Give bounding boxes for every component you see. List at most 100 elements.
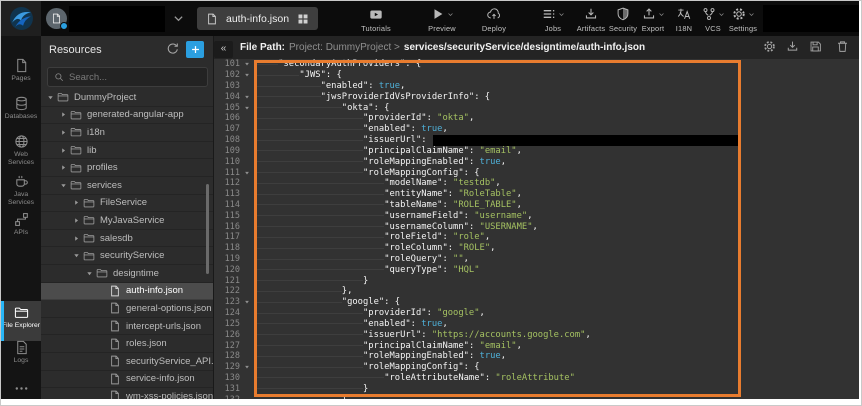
topbar-settings-button[interactable]: Settings bbox=[720, 6, 766, 34]
sidebar-item-pages[interactable]: Pages bbox=[1, 58, 41, 83]
fold-caret-icon[interactable] bbox=[240, 364, 253, 370]
file-save-icon[interactable] bbox=[809, 40, 822, 53]
code-line-108[interactable]: 108"issuerUrl": bbox=[214, 135, 859, 146]
code-line-125[interactable]: 125"enabled": true, bbox=[214, 319, 859, 330]
tree-item-MyJavaService[interactable]: MyJavaService bbox=[41, 212, 214, 230]
sidebar-item-file-explorer[interactable]: File Explorer bbox=[1, 301, 41, 341]
topbar-tutorials-button[interactable]: Tutorials bbox=[353, 6, 399, 34]
tree-item-wm-xss-policies.json[interactable]: wm-xss-policies.json bbox=[41, 388, 214, 399]
tree-item-generated-angular-app[interactable]: generated-angular-app bbox=[41, 107, 214, 125]
caret-right-icon[interactable] bbox=[60, 111, 70, 118]
code-line-105[interactable]: 105"okta": { bbox=[214, 102, 859, 113]
tree-item-services[interactable]: services bbox=[41, 177, 214, 195]
sidebar-item-apis[interactable]: APIs bbox=[1, 212, 41, 237]
tree-item-general-options.json[interactable]: general-options.json bbox=[41, 300, 214, 318]
add-resource-button[interactable] bbox=[186, 41, 204, 58]
collapse-panel-button[interactable]: « bbox=[214, 41, 233, 58]
code-line-110[interactable]: 110"roleMappingEnabled": true, bbox=[214, 156, 859, 167]
code-line-131[interactable]: 131} bbox=[214, 383, 859, 394]
folder-icon bbox=[96, 267, 108, 279]
code-line-124[interactable]: 124"providerId": "google", bbox=[214, 308, 859, 319]
tree-item-securityService[interactable]: securityService bbox=[41, 247, 214, 265]
caret-down-icon[interactable] bbox=[86, 270, 96, 277]
code-line-130[interactable]: 130"roleAttributeName": "roleAttribute" bbox=[214, 373, 859, 384]
code-line-109[interactable]: 109"principalClaimName": "email", bbox=[214, 146, 859, 157]
code-line-122[interactable]: 122}, bbox=[214, 286, 859, 297]
line-number: 113 bbox=[214, 189, 240, 199]
sidebar-item-java-services[interactable]: Java Services bbox=[1, 174, 41, 208]
code-line-121[interactable]: 121} bbox=[214, 275, 859, 286]
code-line-117[interactable]: 117"roleField": "role", bbox=[214, 232, 859, 243]
tree-item-profiles[interactable]: profiles bbox=[41, 159, 214, 177]
code-line-119[interactable]: 119"roleQuery": "", bbox=[214, 254, 859, 265]
caret-right-icon[interactable] bbox=[73, 235, 83, 242]
code-line-101[interactable]: 101"secondaryAuthProviders": { bbox=[214, 59, 859, 70]
refresh-button[interactable] bbox=[166, 42, 179, 60]
tree-item-i18n[interactable]: i18n bbox=[41, 124, 214, 142]
code-line-126[interactable]: 126"issuerUrl": "https://accounts.google… bbox=[214, 329, 859, 340]
file-delete-trash-icon[interactable] bbox=[836, 40, 849, 53]
fold-caret-icon[interactable] bbox=[240, 299, 253, 305]
project-avatar[interactable] bbox=[46, 8, 67, 29]
code-line-102[interactable]: 102"JWS": { bbox=[214, 70, 859, 81]
tree-item-FileService[interactable]: FileService bbox=[41, 195, 214, 213]
code-line-127[interactable]: 127"principalClaimName": "email", bbox=[214, 340, 859, 351]
tree-item-intercept-urls.json[interactable]: intercept-urls.json bbox=[41, 318, 214, 336]
project-switcher-chevron[interactable] bbox=[172, 12, 185, 30]
caret-right-icon[interactable] bbox=[73, 217, 83, 224]
caret-right-icon[interactable] bbox=[60, 164, 70, 171]
file-settings-gear-icon[interactable] bbox=[763, 40, 776, 53]
wavemaker-logo[interactable] bbox=[1, 1, 41, 36]
caret-right-icon[interactable] bbox=[60, 129, 70, 136]
caret-right-icon bbox=[60, 129, 67, 136]
code-line-106[interactable]: 106"providerId": "okta", bbox=[214, 113, 859, 124]
code-line-112[interactable]: 112"modelName": "testdb", bbox=[214, 178, 859, 189]
topbar-deploy-label: Deploy bbox=[471, 24, 517, 33]
code-line-103[interactable]: 103"enabled": true, bbox=[214, 81, 859, 92]
code-line-123[interactable]: 123"google": { bbox=[214, 297, 859, 308]
topbar-deploy-button[interactable]: Deploy bbox=[471, 6, 517, 34]
tree-item-DummyProject[interactable]: DummyProject bbox=[41, 89, 214, 107]
resources-title: Resources bbox=[49, 44, 102, 56]
code-line-104[interactable]: 104"jwsProviderIdVsProviderInfo": { bbox=[214, 91, 859, 102]
open-file-tab[interactable]: auth-info.json bbox=[197, 7, 318, 30]
sidebar-item-logs[interactable]: Logs bbox=[1, 340, 41, 365]
caret-down-icon[interactable] bbox=[73, 252, 83, 259]
code-line-128[interactable]: 128"roleMappingEnabled": true, bbox=[214, 351, 859, 362]
sidebar-item-web-services[interactable]: Web Services bbox=[1, 134, 41, 168]
fold-caret-icon[interactable] bbox=[240, 105, 253, 111]
code-line-114[interactable]: 114"tableName": "ROLE_TABLE", bbox=[214, 200, 859, 211]
code-line-132[interactable]: 132} bbox=[214, 394, 859, 399]
code-line-120[interactable]: 120"queryType": "HQL" bbox=[214, 264, 859, 275]
fold-caret-icon[interactable] bbox=[240, 94, 253, 100]
topbar-preview-button[interactable]: Preview bbox=[419, 6, 465, 34]
resources-scrollbar[interactable] bbox=[206, 184, 209, 274]
code-line-129[interactable]: 129"roleMappingConfig": { bbox=[214, 362, 859, 373]
fold-caret-icon[interactable] bbox=[240, 61, 253, 67]
folder-icon bbox=[70, 179, 82, 191]
caret-right-icon[interactable] bbox=[73, 199, 83, 206]
tree-item-lib[interactable]: lib bbox=[41, 142, 214, 160]
caret-right-icon[interactable] bbox=[60, 147, 70, 154]
caret-down-icon[interactable] bbox=[47, 94, 57, 101]
code-editor[interactable]: 101"secondaryAuthProviders": {102"JWS": … bbox=[214, 59, 859, 399]
sidebar-item-databases[interactable]: Databases bbox=[1, 96, 41, 121]
code-line-116[interactable]: 116"usernameColumn": "USERNAME", bbox=[214, 221, 859, 232]
fold-caret-icon[interactable] bbox=[240, 72, 253, 78]
search-input[interactable] bbox=[69, 72, 201, 83]
sidebar-item-more[interactable] bbox=[1, 381, 41, 398]
code-line-107[interactable]: 107"enabled": true, bbox=[214, 124, 859, 135]
tree-item-service-info.json[interactable]: service-info.json bbox=[41, 371, 214, 389]
tree-item-salesdb[interactable]: salesdb bbox=[41, 230, 214, 248]
tree-item-designtime[interactable]: designtime bbox=[41, 265, 214, 283]
code-line-113[interactable]: 113"entityName": "RoleTable", bbox=[214, 189, 859, 200]
tree-item-auth-info.json[interactable]: auth-info.json bbox=[41, 283, 214, 301]
tree-item-roles.json[interactable]: roles.json bbox=[41, 335, 214, 353]
tree-item-securityService_API.json[interactable]: securityService_API.json bbox=[41, 353, 214, 371]
file-download-icon[interactable] bbox=[786, 40, 799, 53]
code-line-111[interactable]: 111"roleMappingConfig": { bbox=[214, 167, 859, 178]
fold-caret-icon[interactable] bbox=[240, 170, 253, 176]
code-line-118[interactable]: 118"roleColumn": "ROLE", bbox=[214, 243, 859, 254]
code-line-115[interactable]: 115"usernameField": "username", bbox=[214, 210, 859, 221]
caret-down-icon[interactable] bbox=[60, 182, 70, 189]
